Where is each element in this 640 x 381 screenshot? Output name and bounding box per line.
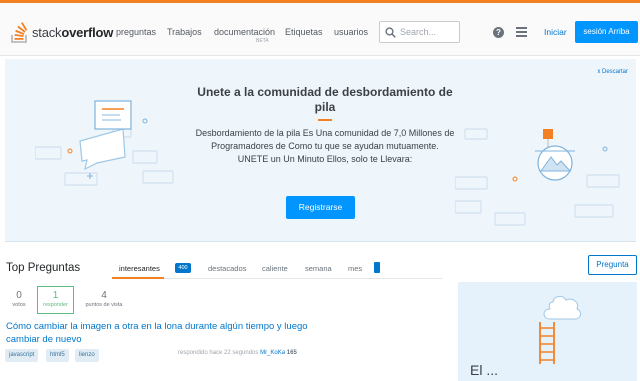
nav-users[interactable]: usuarios [334,27,368,37]
tab-hot[interactable]: caliente [262,264,288,273]
signup-button[interactable]: sesión Arriba [575,21,638,43]
question-title-link[interactable]: Cómo cambiar la imagen a otra en la lona… [6,320,326,346]
banner-description: Desbordamiento de la pila Es Una comunid… [195,128,455,164]
top-bar: stackoverflow preguntas Trabajos documen… [0,0,640,56]
menu-icon[interactable] [516,27,527,37]
bounty-count-badge[interactable]: 400 [175,263,191,273]
banner-title: Unete a la comunidad de desbordamiento d… [197,85,453,114]
tab-more-marker[interactable] [374,262,380,273]
tag-javascript[interactable]: javascript [5,349,39,362]
help-icon[interactable]: ? [493,27,504,38]
mountain-illustration [455,128,620,226]
top-questions-heading: Top Preguntas [6,262,81,274]
logo-text: stackoverflow [32,24,114,40]
tab-month[interactable]: mes [348,264,362,273]
tab-interesting[interactable]: interesantes [119,264,160,273]
tab-week[interactable]: semana [305,264,332,273]
nav-documentation[interactable]: documentación [214,27,275,37]
sidebar-promo-card: El ... [458,282,637,381]
login-link[interactable]: Iniciar [544,27,567,37]
user-reputation: 165 [286,350,297,356]
view-count: 4 puntos de vista [85,290,123,308]
join-community-banner: x Descartar Unete a la comunidad de desb… [5,59,636,242]
sidebar-promo-text: El ... [470,362,499,378]
search-placeholder: Search... [400,27,437,37]
ask-question-button[interactable]: Pregunta [588,255,637,275]
tag-html5[interactable]: html5 [46,349,69,362]
search-input[interactable]: Search... [379,21,460,43]
nav-tags[interactable]: Etiquetas [285,27,323,37]
answered-time: respondido hace 22 segundos [178,350,259,356]
register-button[interactable]: Registrarse [286,196,355,219]
documentation-beta-badge: BETA [256,38,269,44]
question-tabs: interesantes 400 destacados caliente sem… [112,255,442,279]
logo[interactable]: stackoverflow [11,20,113,44]
ladder-cloud-illustration [539,295,582,364]
chat-illustration [35,100,174,186]
active-tab-indicator [112,277,164,279]
vote-count: 0 votos [12,290,26,308]
nav-jobs[interactable]: Trabajos [167,27,202,37]
tab-featured[interactable]: destacados [208,264,246,273]
answer-count: 1 responder [37,286,74,314]
search-icon [385,26,396,38]
title-underline [318,119,332,121]
user-link[interactable]: Mr_KoKa [260,350,285,356]
question-meta: respondido hace 22 segundos Mr_KoKa 165 [178,350,297,356]
tag-lienzo[interactable]: lienzo [75,349,99,362]
stack-logo-icon [11,22,28,43]
dismiss-link[interactable]: x Descartar [597,69,628,75]
nav-questions[interactable]: preguntas [116,27,156,37]
